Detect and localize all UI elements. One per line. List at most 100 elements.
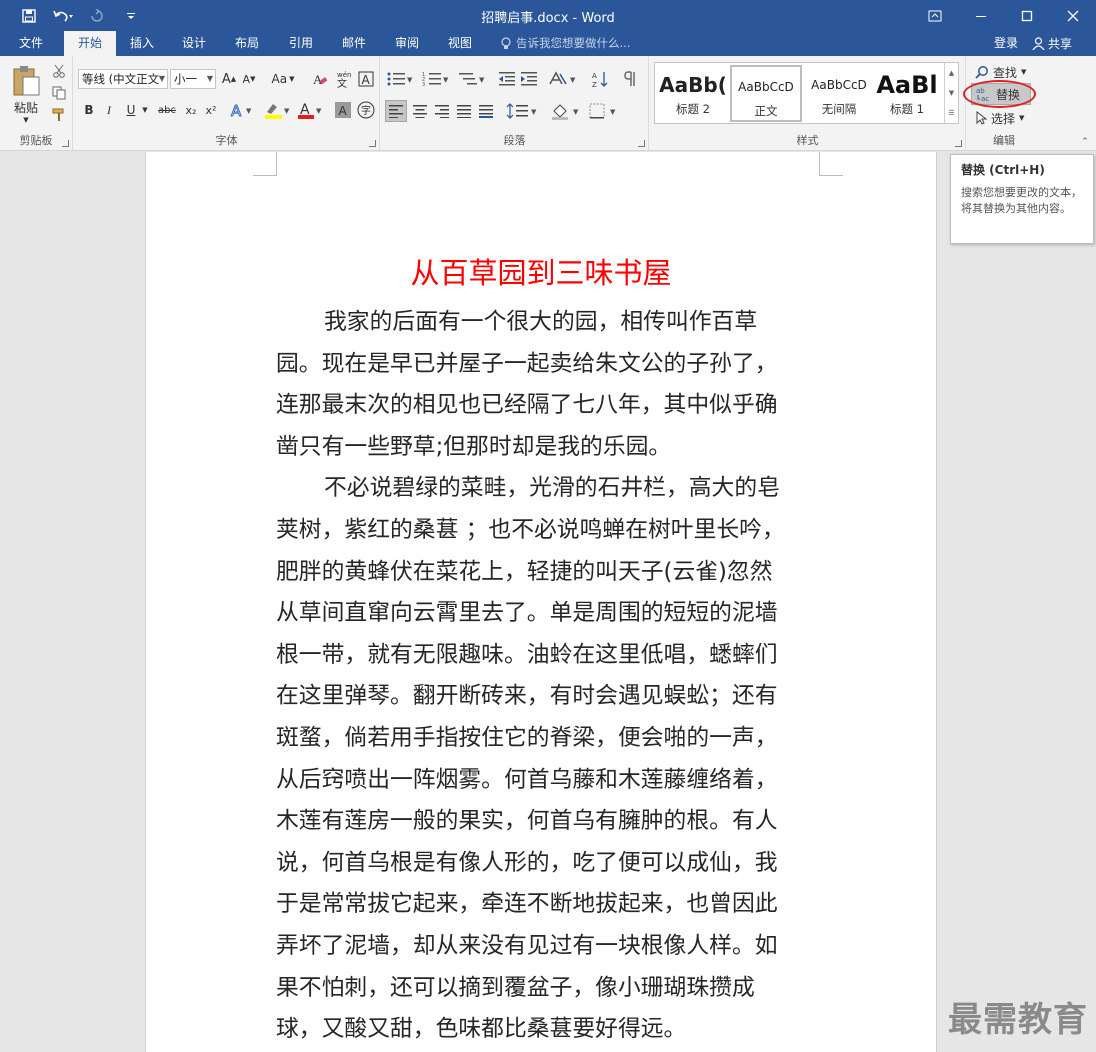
superscript-button[interactable]: x² <box>202 100 220 120</box>
tab-insert[interactable]: 插入 <box>118 31 166 56</box>
copy-icon[interactable] <box>50 84 68 102</box>
decrease-indent-icon[interactable] <box>497 69 517 89</box>
more-styles-icon[interactable]: ☰ <box>945 103 958 123</box>
chevron-down-icon: ▼ <box>1021 68 1027 76</box>
paragraph-launcher-icon[interactable] <box>638 140 645 147</box>
scroll-up-icon[interactable]: ▲ <box>945 63 958 83</box>
character-border-icon[interactable]: A <box>356 69 376 89</box>
text-effects-icon[interactable]: A ▼ <box>228 100 258 120</box>
tab-mailings[interactable]: 邮件 <box>330 31 378 56</box>
margin-corner-mark <box>819 152 843 176</box>
sort-icon[interactable]: AZ <box>591 69 611 89</box>
justify-icon[interactable] <box>453 100 475 122</box>
tab-view[interactable]: 视图 <box>436 31 484 56</box>
share-button[interactable]: 共享 <box>1032 31 1072 56</box>
tab-review[interactable]: 审阅 <box>382 31 432 56</box>
close-icon[interactable] <box>1050 0 1096 31</box>
tab-file[interactable]: 文件 <box>0 31 62 56</box>
replace-tooltip: 替换 (Ctrl+H) 搜索您想要更改的文本，将其替换为其他内容。 <box>950 154 1094 244</box>
minimize-icon[interactable] <box>958 0 1004 31</box>
subscript-button[interactable]: x₂ <box>182 100 200 120</box>
svg-text:A: A <box>231 102 242 119</box>
style-name: 正文 <box>754 104 778 118</box>
character-shading-icon[interactable]: A <box>334 100 352 120</box>
tell-me-box[interactable]: 告诉我您想要做什么... <box>500 31 630 56</box>
highlight-color-icon[interactable]: ▼ <box>262 100 294 120</box>
scroll-down-icon[interactable]: ▼ <box>945 83 958 103</box>
text-line: 从草间直窜向云霄里去了。单是周围的短短的泥墙 <box>276 600 778 627</box>
document-body[interactable]: 我家的后面有一个很大的园，相传叫作百草 园。现在是早已并屋子一起卖给朱文公的子孙… <box>276 302 806 1051</box>
collapse-ribbon-icon[interactable]: ⌃ <box>1078 136 1092 148</box>
enclose-characters-icon[interactable]: 字 <box>356 100 376 120</box>
clear-formatting-icon[interactable]: A <box>310 69 330 89</box>
font-size-select[interactable]: 小一 ▼ <box>170 69 216 89</box>
find-button[interactable]: 查找 ▼ <box>975 62 1035 82</box>
text-line: 木莲有莲房一般的果实，何首乌有臃肿的根。有人 <box>276 808 778 835</box>
cut-icon[interactable] <box>50 62 68 80</box>
editing-group-label: 编辑 <box>993 134 1015 147</box>
underline-options-icon[interactable]: ▼ <box>140 100 150 120</box>
document-heading: 从百草园到三味书屋 <box>410 256 672 290</box>
clipboard-launcher-icon[interactable] <box>62 140 69 147</box>
style-sample: AaBbCcD <box>811 78 867 92</box>
tab-home[interactable]: 开始 <box>64 31 116 57</box>
change-case-button[interactable]: Aa ▼ <box>268 69 298 89</box>
gallery-scroll: ▲ ▼ ☰ <box>944 63 958 123</box>
select-button[interactable]: 选择 ▼ <box>975 108 1035 128</box>
style-name: 标题 1 <box>890 102 924 116</box>
distributed-icon[interactable] <box>475 100 497 122</box>
svg-text:▼: ▼ <box>407 76 413 84</box>
text-line: 我家的后面有一个很大的园，相传叫作百草 <box>324 309 758 335</box>
shading-icon[interactable]: ▼ <box>549 100 583 122</box>
tab-design[interactable]: 设计 <box>170 31 218 56</box>
text-line: 凿只有一些野草;但那时却是我的乐园。 <box>276 433 672 460</box>
paste-button[interactable]: 粘贴 ▼ <box>6 62 46 126</box>
bold-button[interactable]: B <box>80 100 98 120</box>
grow-font-button[interactable]: A ▲ <box>220 69 238 89</box>
text-line: 果不怕刺，还可以摘到覆盆子，像小珊瑚珠攒成 <box>276 974 755 1001</box>
chevron-down-icon: ▼ <box>158 74 165 83</box>
change-case-label: Aa <box>271 72 288 86</box>
maximize-icon[interactable] <box>1004 0 1050 31</box>
ribbon-display-options-icon[interactable] <box>912 0 958 31</box>
line-spacing-icon[interactable]: ▼ <box>505 100 539 122</box>
strikethrough-button[interactable]: abc <box>154 100 180 120</box>
svg-text:▼: ▼ <box>573 108 579 116</box>
text-line: 根一带，就有无限趣味。油蛉在这里低唱，蟋蟀们 <box>276 641 778 668</box>
signin-link[interactable]: 登录 <box>986 31 1026 56</box>
underline-button[interactable]: U <box>122 100 140 120</box>
font-name-select[interactable]: 等线 (中文正文 ▼ <box>78 69 168 89</box>
title-bar: 招聘启事.docx - Word <box>0 0 1096 31</box>
tab-references[interactable]: 引用 <box>276 31 326 56</box>
tab-layout[interactable]: 布局 <box>222 31 272 56</box>
font-color-icon[interactable]: A ▼ <box>296 100 326 120</box>
ribbon-tab-bar: 文件 开始 插入 设计 布局 引用 邮件 审阅 视图 告诉我您想要做什么... … <box>0 31 1096 57</box>
svg-text:Z: Z <box>592 81 597 88</box>
format-painter-icon[interactable] <box>50 106 68 124</box>
borders-icon[interactable]: ▼ <box>587 100 621 122</box>
style-heading-2[interactable]: AaBb( 标题 2 <box>657 65 729 122</box>
paragraph-group-label: 段落 <box>503 134 526 147</box>
chinese-layout-icon[interactable]: ▼ <box>547 69 581 89</box>
italic-button[interactable]: I <box>100 100 118 120</box>
style-no-spacing[interactable]: AaBbCcD 无间隔 <box>803 65 875 122</box>
align-left-icon[interactable] <box>385 100 407 122</box>
increase-indent-icon[interactable] <box>519 69 539 89</box>
text-line: 弄坏了泥墙，却从来没有见过有一块根像人样。如 <box>276 932 778 959</box>
phonetic-guide-icon[interactable]: wén 文 <box>334 69 354 89</box>
font-launcher-icon[interactable] <box>369 140 376 147</box>
shrink-font-button[interactable]: A ▼ <box>240 69 258 89</box>
show-marks-icon[interactable] <box>621 69 641 89</box>
style-normal[interactable]: AaBbCcD 正文 <box>730 65 802 122</box>
text-line: 于是常常拔它起来，牵连不断地拔起来，也曾因此 <box>276 891 778 918</box>
style-name: 标题 2 <box>676 102 710 116</box>
chevron-down-icon: ▼ <box>1019 114 1025 122</box>
style-heading-1[interactable]: AaBl 标题 1 <box>876 65 938 122</box>
numbering-icon[interactable]: 1 2 3 ▼ <box>421 69 453 89</box>
styles-launcher-icon[interactable] <box>955 140 962 147</box>
svg-text:▼: ▼ <box>610 108 616 116</box>
align-center-icon[interactable] <box>409 100 431 122</box>
bullets-icon[interactable]: ▼ <box>385 69 417 89</box>
align-right-icon[interactable] <box>431 100 453 122</box>
multilevel-list-icon[interactable]: ▼ <box>457 69 489 89</box>
